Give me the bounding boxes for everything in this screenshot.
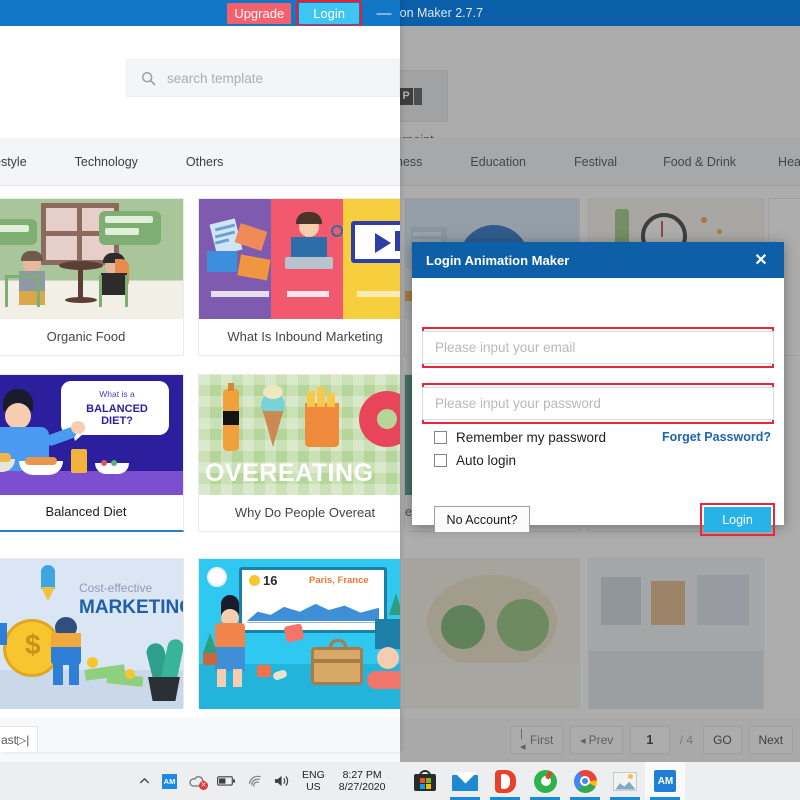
login-dialog: Login Animation Maker ✕ Please input you… <box>412 242 784 536</box>
windows-taskbar: AM ✕ ENG US 8:27 PM 8/27/2020 AM <box>0 762 800 800</box>
forget-password-link[interactable]: Forget Password? <box>662 430 771 444</box>
template-thumbnail <box>0 199 183 319</box>
taskbar-animation-maker-button[interactable]: AM <box>645 762 686 800</box>
login-submit-button[interactable]: Login <box>704 507 771 532</box>
show-hidden-icons-icon[interactable] <box>138 775 151 788</box>
minimize-button[interactable]: — <box>371 0 397 26</box>
front-window-search-row: search template <box>0 26 400 138</box>
first-page-button[interactable]: |◂ First <box>510 726 564 754</box>
taskbar-store-button[interactable] <box>405 762 445 800</box>
template-thumbnail <box>405 559 579 709</box>
front-window-titlebar: Upgrade Login — <box>0 0 400 27</box>
search-placeholder: search template <box>167 70 264 86</box>
close-icon[interactable]: ✕ <box>752 250 770 270</box>
page-number-input[interactable]: 1 <box>630 726 670 754</box>
category-others[interactable]: Others <box>186 155 224 169</box>
auto-login-row[interactable]: Auto login <box>434 453 516 468</box>
back-template-card[interactable] <box>588 558 764 709</box>
page-total-label: / 4 <box>679 733 694 747</box>
template-card-inbound-marketing[interactable]: What Is Inbound Marketing <box>198 198 400 356</box>
store-icon <box>413 769 437 793</box>
taskbar-camtasia-button[interactable] <box>525 762 565 800</box>
login-button-titlebar[interactable]: Login <box>296 0 362 27</box>
volume-icon[interactable] <box>274 774 291 788</box>
template-card-overeat[interactable]: OVEREATING Why Do People Overeat <box>198 374 400 532</box>
office-icon <box>494 769 516 793</box>
wifi-icon[interactable] <box>247 775 263 788</box>
login-dialog-titlebar: Login Animation Maker ✕ <box>412 242 784 278</box>
front-window-pager: ast▷| <box>0 718 400 752</box>
back-category-festival[interactable]: Festival <box>574 155 617 169</box>
back-category-food-drink[interactable]: Food & Drink <box>663 155 736 169</box>
photos-icon <box>613 771 638 791</box>
animation-maker-tray-icon[interactable]: AM <box>162 773 177 789</box>
template-thumbnail <box>199 199 400 319</box>
search-icon <box>141 71 156 86</box>
chrome-icon <box>573 769 597 793</box>
powerpoint-icon: P <box>399 87 422 105</box>
template-caption: Why Do People Overeat <box>234 504 376 520</box>
template-thumbnail: 16 Paris, France <box>199 559 400 709</box>
battery-icon[interactable] <box>217 775 236 787</box>
template-thumbnail: Cost-effective MARKETING $ <box>0 559 183 709</box>
no-account-button[interactable]: No Account? <box>434 506 530 533</box>
mail-icon <box>452 771 479 791</box>
upgrade-button[interactable]: Upgrade <box>227 2 292 24</box>
template-thumbnail: What is a BALANCED DIET? <box>0 375 183 495</box>
auto-login-label: Auto login <box>456 453 517 468</box>
language-indicator[interactable]: ENG US <box>302 769 325 793</box>
remember-password-row[interactable]: Remember my password <box>434 430 606 445</box>
category-technology[interactable]: Technology <box>75 155 138 169</box>
back-template-card[interactable] <box>404 558 580 709</box>
back-category-health[interactable]: Health <box>778 155 800 169</box>
email-placeholder: Please input your email <box>435 340 576 355</box>
remember-password-checkbox[interactable] <box>434 431 447 444</box>
remember-password-label: Remember my password <box>456 430 607 445</box>
login-dialog-body: Please input your email Please input you… <box>412 278 784 536</box>
taskbar-photos-button[interactable] <box>605 762 645 800</box>
taskbar-pinned-apps: AM <box>405 762 686 800</box>
template-caption: Balanced Diet <box>45 503 127 519</box>
camtasia-icon <box>533 769 557 793</box>
front-window: Upgrade Login — search template estyle T… <box>0 0 400 752</box>
taskbar-chrome-button[interactable] <box>565 762 605 800</box>
template-card-organic-food[interactable]: Organic Food <box>0 198 184 356</box>
front-window-category-bar: estyle Technology Others <box>0 138 400 186</box>
password-placeholder: Please input your password <box>435 396 601 411</box>
last-page-button[interactable]: ast▷| <box>0 726 39 752</box>
front-window-template-grid: Organic Food What Is Inbound Marketing W… <box>0 190 400 718</box>
onedrive-error-icon[interactable]: ✕ <box>188 775 208 790</box>
email-field[interactable]: Please input your email <box>422 331 774 364</box>
go-button[interactable]: GO <box>703 726 742 754</box>
system-tray: AM ✕ ENG US 8:27 PM 8/27/2020 <box>138 769 393 793</box>
template-thumbnail <box>589 559 763 709</box>
template-thumbnail: OVEREATING <box>199 375 400 495</box>
animation-maker-icon: AM <box>654 770 677 792</box>
template-caption: Organic Food <box>46 328 126 344</box>
template-card-paris-france[interactable]: 16 Paris, France <box>198 558 400 709</box>
template-caption: What Is Inbound Marketing <box>227 328 383 344</box>
password-field[interactable]: Please input your password <box>422 387 774 420</box>
auto-login-checkbox[interactable] <box>434 454 447 467</box>
template-card-balanced-diet[interactable]: What is a BALANCED DIET? Balanced Diet <box>0 374 184 532</box>
clock[interactable]: 8:27 PM 8/27/2020 <box>339 769 386 793</box>
back-category-education[interactable]: Education <box>470 155 526 169</box>
prev-page-button[interactable]: ◂ Prev <box>570 726 624 754</box>
search-input[interactable]: search template <box>126 59 400 97</box>
taskbar-mail-button[interactable] <box>445 762 485 800</box>
login-dialog-title: Login Animation Maker <box>426 252 570 268</box>
template-card-cost-effective-marketing[interactable]: Cost-effective MARKETING $ <box>0 558 184 709</box>
next-page-button[interactable]: Next <box>748 726 793 754</box>
category-lifestyle[interactable]: estyle <box>0 155 27 169</box>
taskbar-office-button[interactable] <box>485 762 525 800</box>
